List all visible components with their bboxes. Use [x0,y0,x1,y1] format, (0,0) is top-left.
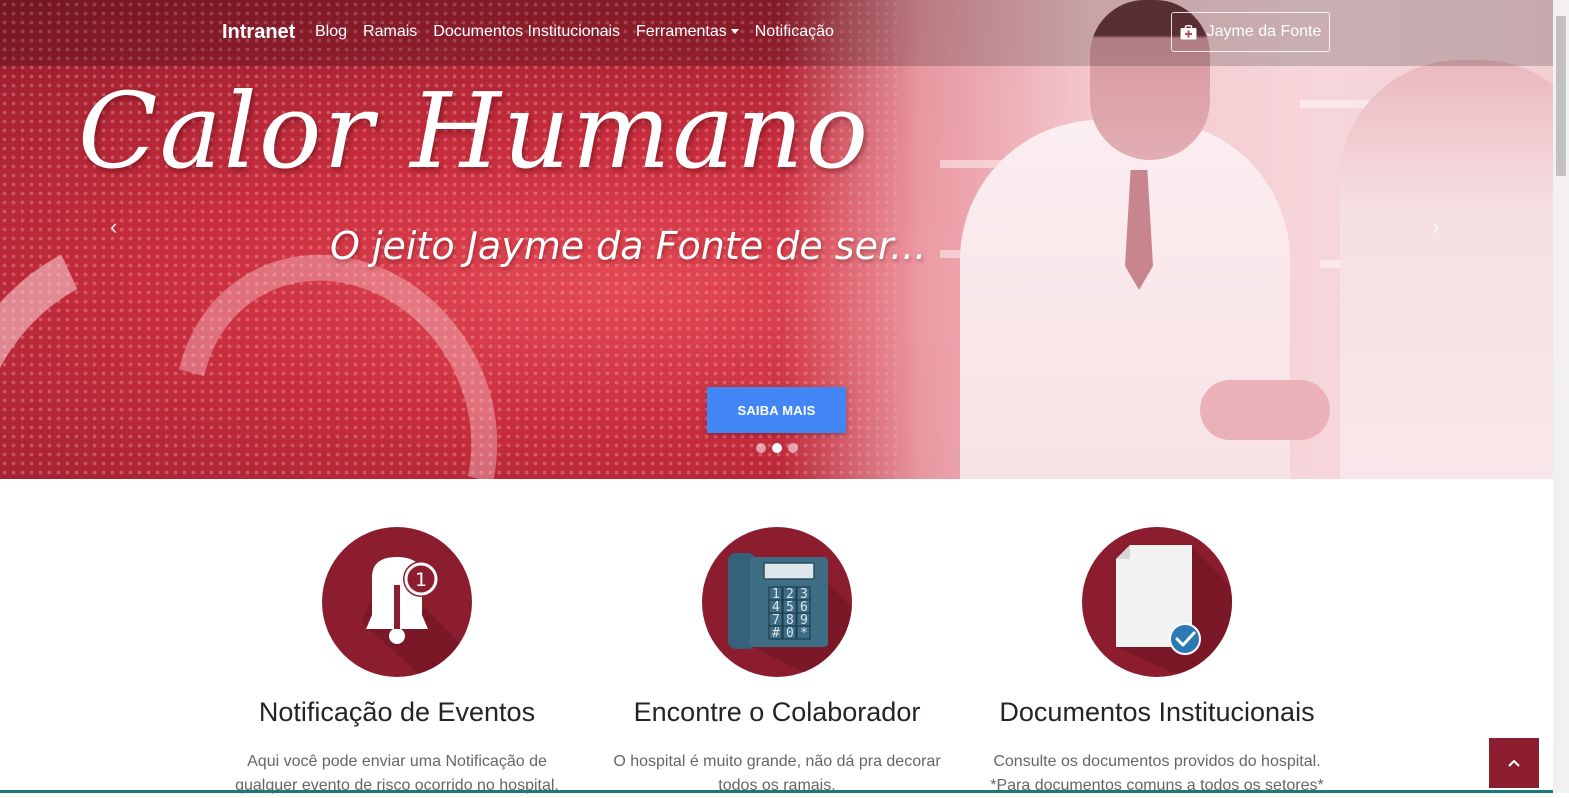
nav-link-notificacao[interactable]: Notificação [755,23,834,41]
nav-link-blog[interactable]: Blog [315,23,347,41]
feature-documentos: Documentos Institucionais Consulte os do… [967,527,1347,798]
hero-carousel: Calor Humano O jeito Jayme da Fonte de s… [0,0,1553,479]
feature-colaborador: 123 456 789 #0 * Encontre o Colaborador O… [587,527,967,798]
nav-dropdown-ferramentas[interactable]: Ferramentas [636,23,739,41]
scroll-to-top-button[interactable] [1489,738,1539,788]
medical-bag-icon [1180,24,1197,39]
feature-title[interactable]: Notificação de Eventos [207,697,587,728]
page-scrollbar[interactable] [1553,0,1569,793]
scrollbar-thumb[interactable] [1556,16,1566,176]
chevron-up-icon [1508,759,1520,767]
feature-circle[interactable]: 1 [322,527,472,677]
patient-figure [1340,60,1553,479]
caret-down-icon [730,29,739,35]
handshake [1200,380,1330,440]
bell-notification-icon: 1 [362,557,472,677]
nav-dropdown-label: Ferramentas [636,23,727,40]
top-navbar: Intranet Blog Ramais Documentos Instituc… [0,0,1553,66]
feature-title[interactable]: Documentos Institucionais [967,697,1347,728]
feature-title[interactable]: Encontre o Colaborador [587,697,967,728]
hero-subtitle: O jeito Jayme da Fonte de ser... [330,224,927,268]
feature-description-line: Consulte os documentos providos do hospi… [993,753,1321,770]
nav-link-ramais[interactable]: Ramais [363,23,417,41]
carousel-indicator-3[interactable] [788,443,798,453]
carousel-indicator-2[interactable] [772,443,782,453]
user-account-button[interactable]: Jayme da Fonte [1171,12,1330,52]
feature-circle[interactable]: 123 456 789 #0 * [702,527,852,677]
user-name: Jayme da Fonte [1206,23,1322,40]
carousel-indicators [756,443,798,453]
nav-link-documentos[interactable]: Documentos Institucionais [433,23,620,41]
document-check-icon [1116,545,1232,677]
nav-links: Blog Ramais Documentos Institucionais Fe… [315,23,850,41]
carousel-next-icon[interactable]: › [1432,216,1439,238]
svg-text:1: 1 [415,569,427,591]
carousel-indicator-1[interactable] [756,443,766,453]
saiba-mais-button[interactable]: SAIBA MAIS [707,387,846,433]
hero-title: Calor Humano [78,70,871,192]
feature-description-line: Aqui você pode enviar uma Notificação de [247,753,547,770]
feature-circle[interactable] [1082,527,1232,677]
carousel-prev-icon[interactable]: ‹ [110,216,117,238]
telephone-icon: 123 456 789 #0 * [728,553,852,677]
feature-description-line: O hospital é muito grande, não dá pra de… [613,753,941,770]
brand-link[interactable]: Intranet [222,21,295,44]
feature-notificacao: 1 Notificação de Eventos Aqui você pode … [207,527,587,798]
